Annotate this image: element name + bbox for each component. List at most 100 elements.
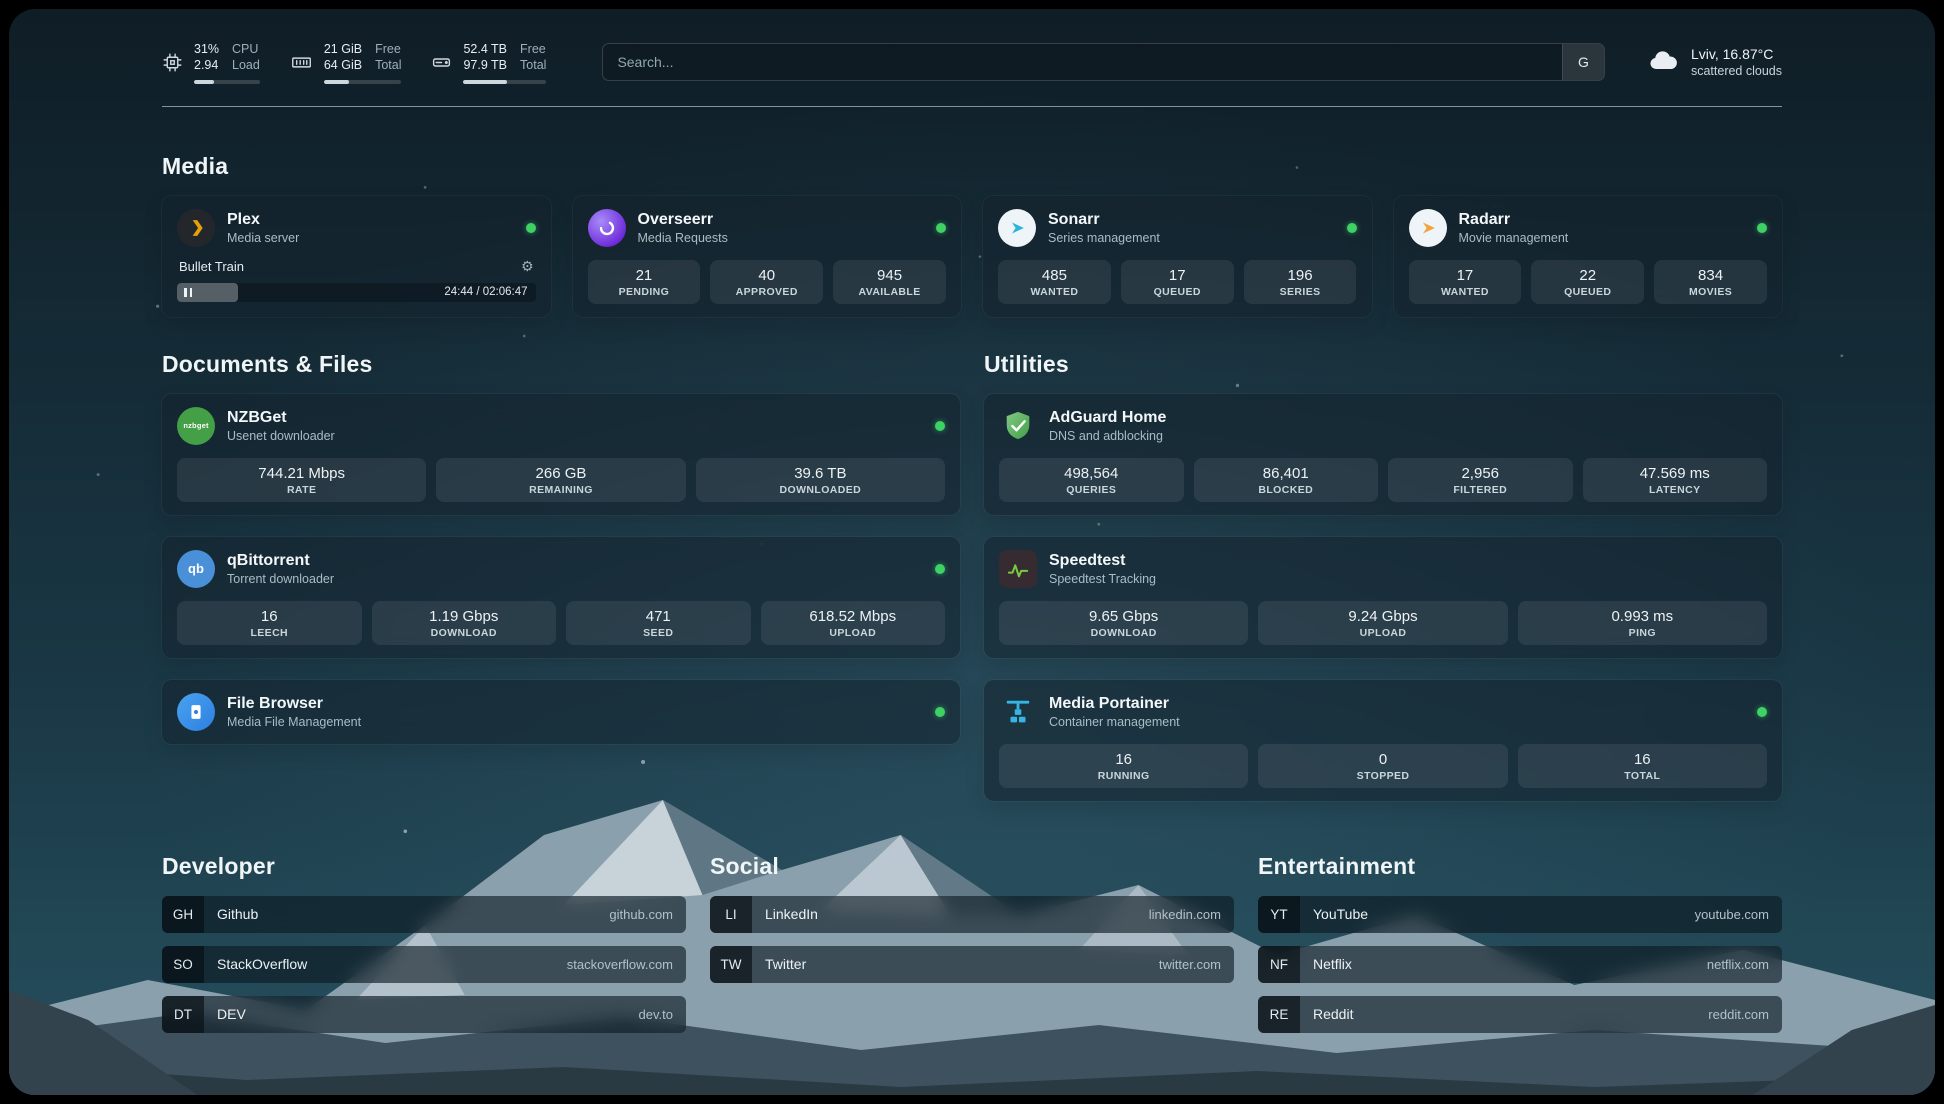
card-adguard[interactable]: AdGuard Home DNS and adblocking 498,564 … xyxy=(984,394,1782,515)
ram-bar xyxy=(324,80,402,84)
card-qbittorrent[interactable]: qb qBittorrent Torrent downloader 16 LEE… xyxy=(162,537,960,658)
overseerr-icon xyxy=(588,209,626,247)
card-radarr[interactable]: Radarr Movie management 17 WANTED 22 QUE… xyxy=(1394,196,1783,317)
stat-approved: 40 APPROVED xyxy=(710,260,823,304)
bookmark-abbr: RE xyxy=(1258,996,1300,1033)
bookmark-name: Netflix xyxy=(1313,956,1352,972)
stat-running: 16 RUNNING xyxy=(999,744,1248,788)
section-title-media: Media xyxy=(162,153,1782,180)
playback-progress-bar[interactable]: 24:44 / 02:06:47 xyxy=(177,283,536,302)
bookmark-twitter[interactable]: TW Twitter twitter.com xyxy=(710,946,1234,983)
ram-free-label: Free xyxy=(375,41,401,57)
section-title-developer: Developer xyxy=(162,853,686,880)
bookmark-abbr: LI xyxy=(710,896,752,933)
topbar: 31% 2.94 CPU Load xyxy=(162,41,1782,84)
bookmark-url: youtube.com xyxy=(1695,907,1769,922)
disk-total-label: Total xyxy=(520,57,546,73)
status-dot xyxy=(936,223,946,233)
card-speedtest[interactable]: Speedtest Speedtest Tracking 9.65 Gbps D… xyxy=(984,537,1782,658)
card-overseerr[interactable]: Overseerr Media Requests 21 PENDING 40 A… xyxy=(573,196,962,317)
social-bookmarks: Social LI LinkedIn linkedin.com TW Twitt… xyxy=(710,853,1234,1046)
bookmark-netflix[interactable]: NF Netflix netflix.com xyxy=(1258,946,1782,983)
service-name: Media Portainer xyxy=(1049,694,1180,713)
stat-available: 945 AVAILABLE xyxy=(833,260,946,304)
bookmark-url: linkedin.com xyxy=(1149,907,1221,922)
stat-download: 1.19 Gbps DOWNLOAD xyxy=(372,601,557,645)
stat-leech: 16 LEECH xyxy=(177,601,362,645)
service-name: Radarr xyxy=(1459,210,1569,229)
bookmark-name: StackOverflow xyxy=(217,956,307,972)
topbar-divider xyxy=(162,106,1782,107)
service-name: NZBGet xyxy=(227,408,335,427)
service-subtitle: Speedtest Tracking xyxy=(1049,572,1156,586)
service-name: Sonarr xyxy=(1048,210,1160,229)
stat-upload: 9.24 Gbps UPLOAD xyxy=(1258,601,1507,645)
card-plex[interactable]: Plex Media server Bullet Train ⚙ 24:44 /… xyxy=(162,196,551,317)
stat-queued: 22 QUEUED xyxy=(1531,260,1644,304)
disk-icon xyxy=(431,52,452,73)
stat-download: 9.65 Gbps DOWNLOAD xyxy=(999,601,1248,645)
weather-location: Lviv, 16.87°C xyxy=(1691,46,1782,62)
stat-movies: 834 MOVIES xyxy=(1654,260,1767,304)
portainer-icon xyxy=(999,693,1037,731)
card-portainer[interactable]: Media Portainer Container management 16 … xyxy=(984,680,1782,801)
disk-total-value: 97.9 TB xyxy=(463,57,507,73)
bookmark-name: Twitter xyxy=(765,956,806,972)
bookmark-reddit[interactable]: RE Reddit reddit.com xyxy=(1258,996,1782,1033)
card-sonarr[interactable]: Sonarr Series management 485 WANTED 17 Q… xyxy=(983,196,1372,317)
bookmark-abbr: TW xyxy=(710,946,752,983)
ram-free-value: 21 GiB xyxy=(324,41,362,57)
speedtest-icon xyxy=(999,550,1037,588)
bookmark-url: stackoverflow.com xyxy=(567,957,673,972)
stat-seed: 471 SEED xyxy=(566,601,751,645)
sonarr-icon xyxy=(998,209,1036,247)
bookmark-youtube[interactable]: YT YouTube youtube.com xyxy=(1258,896,1782,933)
card-nzbget[interactable]: nzbget NZBGet Usenet downloader 744.21 M… xyxy=(162,394,960,515)
search-provider-button[interactable]: G xyxy=(1562,44,1604,80)
disk-free-value: 52.4 TB xyxy=(463,41,507,57)
status-dot xyxy=(526,223,536,233)
cloud-icon xyxy=(1647,48,1679,77)
bookmark-name: DEV xyxy=(217,1006,246,1022)
search-input[interactable] xyxy=(603,44,1562,80)
bookmark-url: netflix.com xyxy=(1707,957,1769,972)
weather-widget: Lviv, 16.87°C scattered clouds xyxy=(1647,46,1782,78)
plex-icon xyxy=(177,209,215,247)
service-subtitle: Movie management xyxy=(1459,231,1569,245)
gear-icon[interactable]: ⚙ xyxy=(521,258,534,275)
bookmark-stackoverflow[interactable]: SO StackOverflow stackoverflow.com xyxy=(162,946,686,983)
stat-upload: 618.52 Mbps UPLOAD xyxy=(761,601,946,645)
bookmark-dev[interactable]: DT DEV dev.to xyxy=(162,996,686,1033)
section-title-entertainment: Entertainment xyxy=(1258,853,1782,880)
bookmark-name: YouTube xyxy=(1313,906,1368,922)
bookmark-url: reddit.com xyxy=(1708,1007,1769,1022)
cpu-label: CPU xyxy=(232,41,260,57)
stat-blocked: 86,401 BLOCKED xyxy=(1194,458,1379,502)
bookmark-url: dev.to xyxy=(639,1007,673,1022)
stat-rate: 744.21 Mbps RATE xyxy=(177,458,426,502)
bookmark-name: Reddit xyxy=(1313,1006,1353,1022)
bookmark-abbr: SO xyxy=(162,946,204,983)
cpu-icon xyxy=(162,52,183,73)
utilities-column: Utilities xyxy=(984,351,1782,823)
status-dot xyxy=(1347,223,1357,233)
card-filebrowser[interactable]: File Browser Media File Management xyxy=(162,680,960,744)
stat-latency: 47.569 ms LATENCY xyxy=(1583,458,1768,502)
radarr-icon xyxy=(1409,209,1447,247)
disk-widget: 52.4 TB 97.9 TB Free Total xyxy=(431,41,546,84)
service-subtitle: Media File Management xyxy=(227,715,361,729)
ram-total-label: Total xyxy=(375,57,401,73)
search-box[interactable]: G xyxy=(602,43,1605,81)
adguard-icon xyxy=(999,407,1037,445)
service-subtitle: DNS and adblocking xyxy=(1049,429,1166,443)
service-name: qBittorrent xyxy=(227,551,334,570)
service-name: Plex xyxy=(227,210,299,229)
service-name: AdGuard Home xyxy=(1049,408,1166,427)
bookmark-linkedin[interactable]: LI LinkedIn linkedin.com xyxy=(710,896,1234,933)
section-title-social: Social xyxy=(710,853,1234,880)
cpu-load-label: Load xyxy=(232,57,260,73)
pause-button[interactable] xyxy=(184,288,192,297)
bookmark-github[interactable]: GH Github github.com xyxy=(162,896,686,933)
stat-wanted: 485 WANTED xyxy=(998,260,1111,304)
developer-bookmarks: Developer GH Github github.com SO StackO… xyxy=(162,853,686,1046)
